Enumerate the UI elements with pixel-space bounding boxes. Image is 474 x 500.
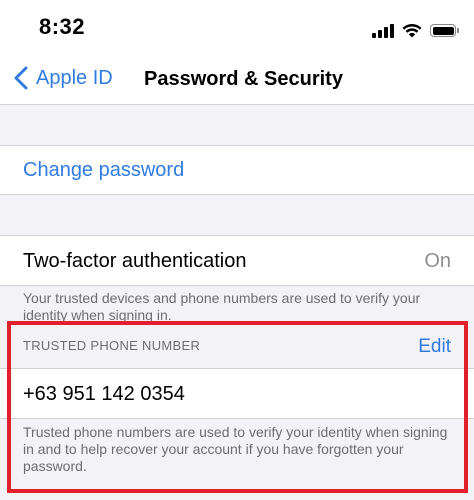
edit-button[interactable]: Edit	[418, 336, 451, 358]
wifi-icon	[402, 23, 422, 38]
two-factor-status: On	[424, 250, 451, 272]
cellular-signal-icon	[372, 24, 394, 38]
trusted-phone-row[interactable]: +63 951 142 0354	[0, 368, 474, 419]
back-label: Apple ID	[36, 66, 113, 89]
change-password-label: Change password	[23, 159, 185, 181]
phone-number: +63 951 142 0354	[23, 383, 185, 405]
trusted-phone-footer: Trusted phone numbers are used to verify…	[23, 424, 448, 474]
status-icons	[372, 18, 459, 38]
two-factor-label: Two-factor authentication	[23, 250, 247, 272]
change-password-row[interactable]: Change password	[0, 145, 474, 195]
battery-icon	[430, 24, 459, 37]
chevron-left-icon	[14, 66, 28, 90]
two-factor-row[interactable]: Two-factor authentication On	[0, 235, 474, 286]
status-bar: 8:32	[0, 0, 474, 54]
trusted-phone-header: TRUSTED PHONE NUMBER	[23, 338, 201, 353]
two-factor-footer: Your trusted devices and phone numbers a…	[23, 290, 421, 323]
status-time: 8:32	[39, 14, 86, 39]
back-button[interactable]: Apple ID	[12, 66, 113, 90]
navigation-bar: Apple ID Password & Security	[0, 54, 474, 105]
page-title: Password & Security	[144, 68, 343, 90]
